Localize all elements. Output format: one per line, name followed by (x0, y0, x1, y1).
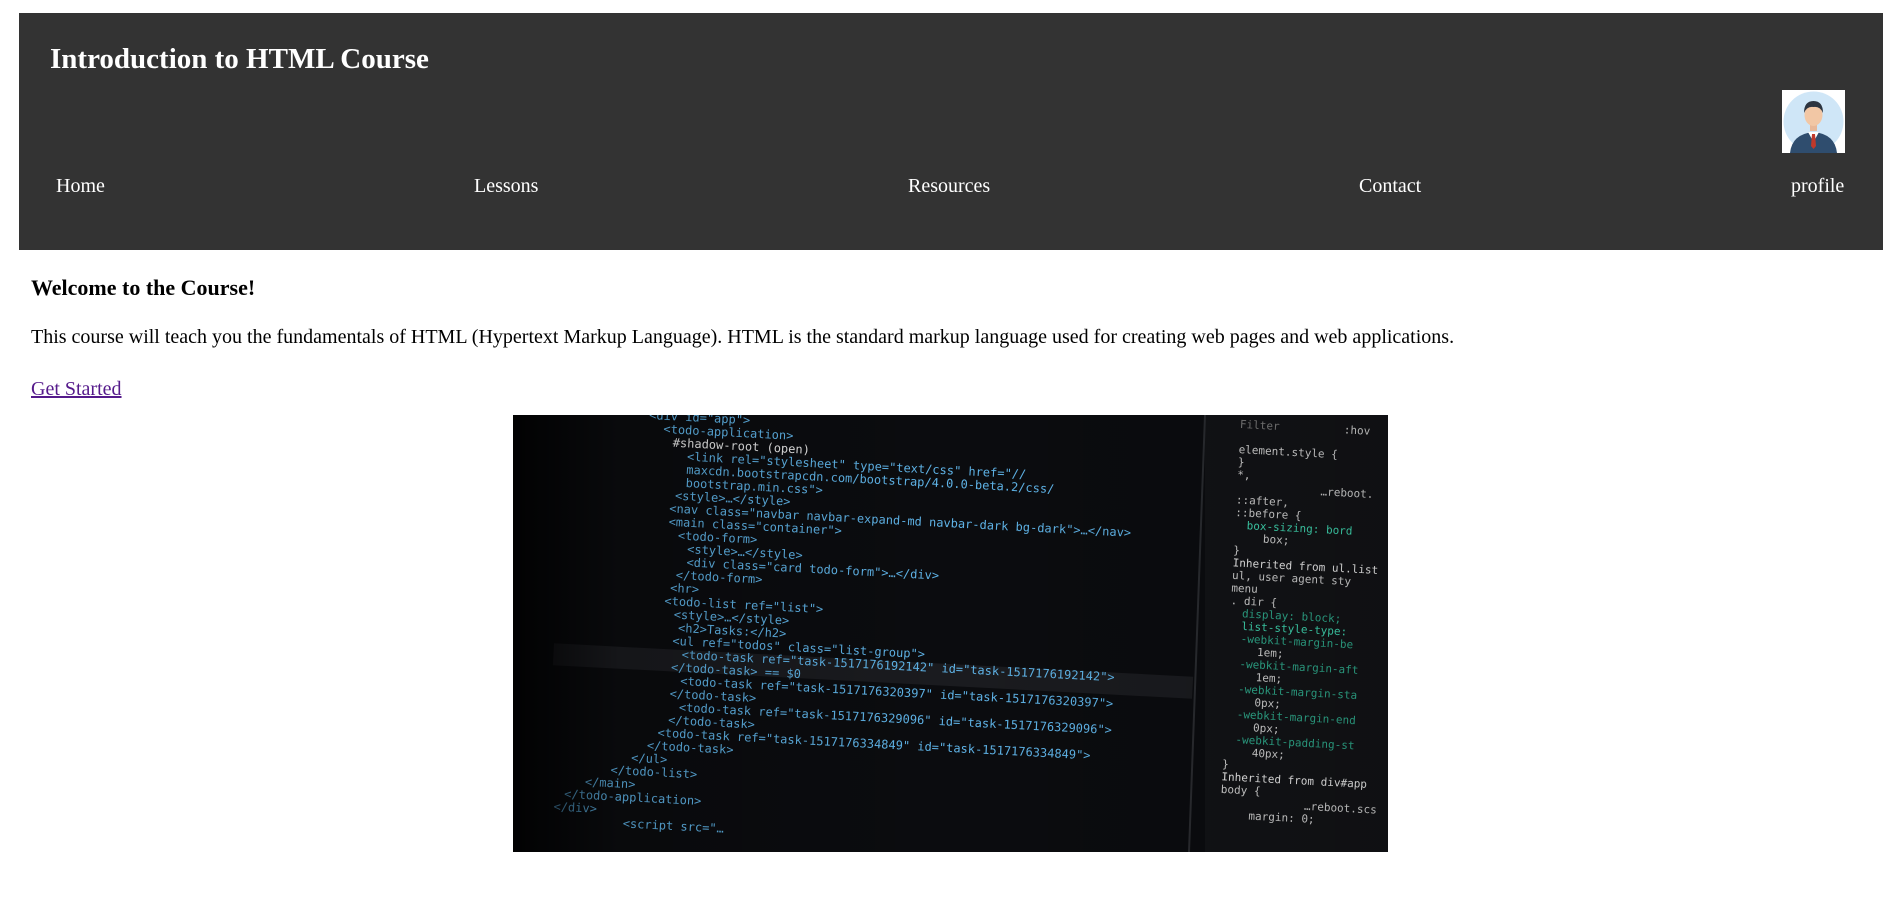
page-title: Introduction to HTML Course (50, 43, 429, 75)
code-screenshot-image: <div id="app"><todo-application>#shadow-… (513, 415, 1388, 852)
user-avatar-icon[interactable] (1782, 90, 1845, 153)
nav-item-profile[interactable]: profile (1791, 171, 1844, 201)
main-nav: Home Lessons Resources Contact profile (19, 171, 1883, 201)
intro-paragraph: This course will teach you the fundament… (31, 326, 1455, 348)
nav-item-contact[interactable]: Contact (1359, 171, 1421, 201)
welcome-heading: Welcome to the Course! (31, 275, 256, 300)
nav-item-lessons[interactable]: Lessons (474, 171, 538, 201)
site-header: Introduction to HTML Course Home Lessons… (19, 13, 1883, 250)
get-started-link[interactable]: Get Started (31, 378, 122, 401)
nav-item-resources[interactable]: Resources (908, 171, 990, 201)
nav-item-home[interactable]: Home (56, 171, 105, 201)
